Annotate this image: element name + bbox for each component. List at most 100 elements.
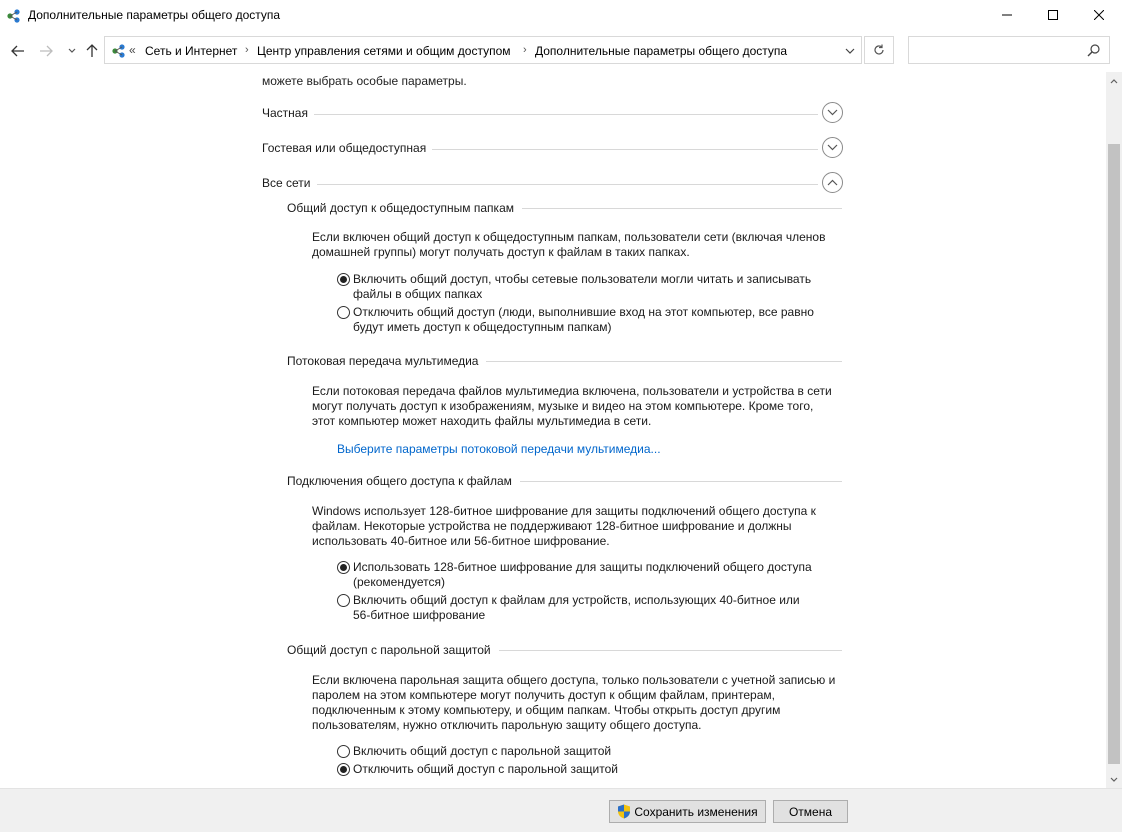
public-folders-description: Если включен общий доступ к общедоступны… [312,230,842,260]
text-line: Отключить общий доступ (люди, выполнивши… [353,305,814,319]
cancel-label: Отмена [788,804,833,819]
chevron-down-icon [1110,777,1118,782]
file-sharing-description: Windows использует 128-битное шифрование… [312,504,842,549]
group-guest-label: Гостевая или общедоступная [262,141,433,155]
password-description: Если включена парольная защита общего до… [312,673,842,733]
section-public-folders: Общий доступ к общедоступным папкам [287,201,842,217]
expand-button[interactable] [822,102,843,123]
scroll-down-button[interactable] [1106,770,1122,788]
radio-button[interactable] [337,594,350,607]
search-input[interactable] [908,36,1110,64]
text-line: Если потоковая передача файлов мультимед… [312,384,832,398]
text-line: файлам. Некоторые устройства не поддержи… [312,519,792,533]
section-file-sharing-connections: Подключения общего доступа к файлам [287,474,842,490]
up-arrow-icon [86,44,98,57]
breadcrumb-network-center[interactable]: Центр управления сетями и общим доступом [257,44,511,58]
media-description: Если потоковая передача файлов мультимед… [312,384,842,429]
section-media-streaming: Потоковая передача мультимедиа [287,354,842,370]
text-line: файлы в общих папках [353,287,483,301]
text-line: могут получать доступ к изображениям, му… [312,399,814,413]
footer-bar: Сохранить изменения Отмена [0,788,1122,832]
media-streaming-options-link[interactable]: Выберите параметры потоковой передачи му… [337,442,661,456]
scroll-thumb[interactable] [1108,144,1120,764]
text-line: Windows использует 128-битное шифрование… [312,504,816,518]
section-password-protected: Общий доступ с парольной защитой [287,643,842,659]
network-icon [7,9,20,23]
group-guest-public[interactable]: Гостевая или общедоступная [262,137,843,161]
breadcrumb-separator: › [245,44,249,56]
radio-label: Использовать 128-битное шифрование для з… [353,560,833,590]
search-icon [1087,44,1100,57]
text-line: (рекомендуется) [353,575,445,589]
radio-button[interactable] [337,273,350,286]
scroll-up-button[interactable] [1106,72,1122,90]
section-title: Общий доступ к общедоступным папкам [287,201,522,215]
intro-text: можете выбрать особые параметры. [262,74,467,88]
up-button[interactable] [82,41,102,61]
group-all-label: Все сети [262,176,317,190]
recent-locations-button[interactable] [62,41,82,61]
text-line: пользователям, нужно отключить парольную… [312,718,702,732]
radio-button[interactable] [337,763,350,776]
close-button[interactable] [1076,0,1122,30]
network-icon [112,44,125,58]
group-private-label: Частная [262,106,314,120]
text-line: паролем на этом компьютере могут получит… [312,688,775,702]
section-title: Общий доступ с парольной защитой [287,643,499,657]
text-line: Включить общий доступ с парольной защито… [353,744,612,758]
text-line: подключенным к этому компьютеру, и общим… [312,703,781,717]
radio-button[interactable] [337,306,350,319]
text-line: Включить общий доступ к файлам для устро… [353,593,800,607]
collapse-chevron-icon [827,179,838,186]
refresh-icon [874,44,884,55]
divider [262,114,818,115]
save-changes-label: Сохранить изменения [634,804,758,819]
navigation-bar: « Сеть и Интернет › Центр управления сет… [0,32,1122,72]
expand-button[interactable] [822,137,843,158]
breadcrumb-network-internet[interactable]: Сеть и Интернет [145,44,237,58]
breadcrumb-advanced-sharing[interactable]: Дополнительные параметры общего доступа [535,44,787,58]
minimize-button[interactable] [984,0,1030,30]
divider [262,184,818,185]
text-line: 56-битное шифрование [353,608,486,622]
vertical-scrollbar[interactable] [1106,72,1122,788]
refresh-button[interactable] [864,36,894,64]
forward-arrow-icon [40,45,53,57]
text-line: этот компьютер может находить файлы муль… [312,414,652,428]
cancel-button[interactable]: Отмена [773,800,848,823]
breadcrumb-separator: › [523,44,527,56]
settings-content: можете выбрать особые параметры. Частная… [0,72,1106,788]
text-line: Отключить общий доступ с парольной защит… [353,762,618,776]
maximize-icon [1048,10,1058,20]
radio-button[interactable] [337,745,350,758]
text-line: домашней группы) могут получать доступ к… [312,245,690,259]
text-line: использовать 40-битное или 56-битное шиф… [312,534,610,548]
expand-chevron-icon [827,144,838,151]
address-bar[interactable]: « Сеть и Интернет › Центр управления сет… [104,36,862,64]
minimize-icon [1002,14,1012,16]
chevron-down-icon [845,48,855,54]
maximize-button[interactable] [1030,0,1076,30]
back-button[interactable] [8,41,28,61]
radio-label: Отключить общий доступ (люди, выполнивши… [353,305,833,335]
chevron-up-icon [1110,78,1118,83]
uac-shield-icon [618,804,631,819]
close-icon [1094,10,1104,20]
section-title: Потоковая передача мультимедиа [287,354,487,368]
collapse-button[interactable] [822,172,843,193]
chevron-down-icon [68,48,76,53]
address-dropdown-button[interactable] [841,42,859,60]
window-title: Дополнительные параметры общего доступа [28,8,281,22]
forward-button[interactable] [36,41,56,61]
text-line: будут иметь доступ к общедоступным папка… [353,320,612,334]
section-title: Подключения общего доступа к файлам [287,474,520,488]
text-line: Если включена парольная защита общего до… [312,673,836,687]
save-changes-button[interactable]: Сохранить изменения [609,800,766,823]
group-private[interactable]: Частная [262,102,843,126]
title-bar: Дополнительные параметры общего доступа [0,0,1122,32]
text-line: Использовать 128-битное шифрование для з… [353,560,812,574]
breadcrumb-overflow[interactable]: « [129,43,136,57]
radio-button[interactable] [337,561,350,574]
radio-label: Включить общий доступ, чтобы сетевые пол… [353,272,833,302]
group-all-networks[interactable]: Все сети [262,172,843,196]
